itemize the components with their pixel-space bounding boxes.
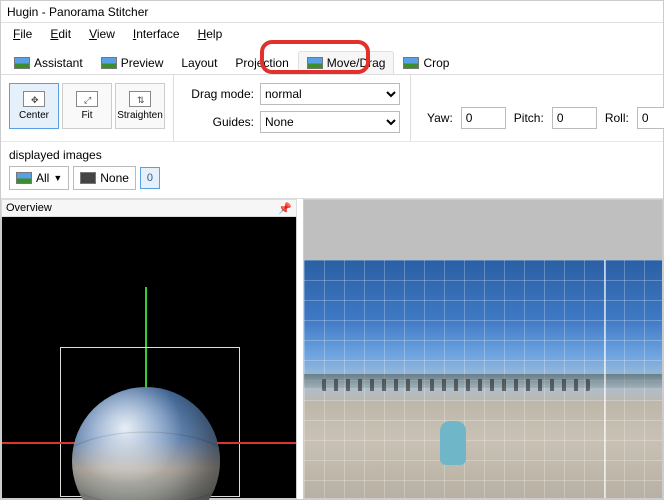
tab-layout[interactable]: Layout: [172, 51, 226, 74]
foreground-person: [440, 421, 466, 465]
viewport-letterbox: [304, 200, 662, 260]
tab-move-drag[interactable]: Move/Drag: [298, 51, 395, 74]
center-button[interactable]: ✥ Center: [9, 83, 59, 129]
sub-toolbar: ✥ Center ⤢ Fit ⇅ Straighten Drag mode: n…: [1, 75, 663, 142]
picture-icon: [307, 57, 323, 69]
tab-preview[interactable]: Preview: [92, 51, 173, 74]
menu-view[interactable]: View: [81, 25, 123, 43]
picture-icon: [14, 57, 30, 69]
none-images-button[interactable]: None: [73, 166, 136, 190]
picture-icon: [403, 57, 419, 69]
tab-crop-label: Crop: [423, 56, 449, 70]
overview-header: Overview: [6, 202, 52, 214]
tab-assistant[interactable]: Assistant: [5, 51, 92, 74]
none-images-label: None: [100, 171, 129, 185]
crowd-silhouettes: [322, 379, 591, 391]
displayed-images-section: displayed images All ▼ None 0: [1, 142, 663, 199]
picture-icon: [101, 57, 117, 69]
yaw-pitch-roll-group: Yaw: Pitch: Roll: Ap: [411, 75, 664, 141]
center-button-label: Center: [19, 110, 49, 121]
pitch-label: Pitch:: [514, 111, 544, 125]
menu-edit[interactable]: Edit: [42, 25, 79, 43]
tab-projection[interactable]: Projection: [226, 51, 297, 74]
picture-icon: [16, 172, 32, 184]
workspace: Overview 📌: [1, 199, 663, 499]
center-icon: ✥: [23, 91, 45, 107]
main-viewport[interactable]: [303, 199, 663, 499]
guides-select[interactable]: None: [260, 111, 400, 133]
menu-file[interactable]: File: [5, 25, 40, 43]
tab-preview-label: Preview: [121, 56, 164, 70]
roll-label: Roll:: [605, 111, 629, 125]
tab-layout-label: Layout: [181, 56, 217, 70]
drag-mode-label: Drag mode:: [184, 87, 254, 101]
tab-assistant-label: Assistant: [34, 56, 83, 70]
dark-picture-icon: [80, 172, 96, 184]
tab-projection-label: Projection: [235, 56, 288, 70]
tab-move-drag-label: Move/Drag: [327, 56, 386, 70]
window-title: Hugin - Panorama Stitcher: [1, 1, 663, 23]
all-images-button[interactable]: All ▼: [9, 166, 69, 190]
panorama-preview[interactable]: [304, 260, 662, 498]
pitch-input[interactable]: [552, 107, 597, 129]
yaw-input[interactable]: [461, 107, 506, 129]
straighten-button-label: Straighten: [117, 110, 163, 121]
view-button-group: ✥ Center ⤢ Fit ⇅ Straighten: [1, 75, 174, 141]
fit-button[interactable]: ⤢ Fit: [62, 83, 112, 129]
displayed-images-label: displayed images: [9, 148, 655, 162]
pin-icon[interactable]: 📌: [278, 202, 292, 215]
menu-interface[interactable]: Interface: [125, 25, 188, 43]
tab-crop[interactable]: Crop: [394, 51, 458, 74]
menubar: File Edit View Interface Help: [1, 23, 663, 45]
roll-input[interactable]: [637, 107, 664, 129]
menu-help[interactable]: Help: [190, 25, 231, 43]
image-seam: [604, 260, 606, 498]
drag-mode-select[interactable]: normal: [260, 83, 400, 105]
guides-label: Guides:: [184, 115, 254, 129]
image-index-toggle[interactable]: 0: [140, 167, 160, 189]
yaw-label: Yaw:: [427, 111, 453, 125]
fit-button-label: Fit: [81, 110, 92, 121]
fit-icon: ⤢: [76, 91, 98, 107]
straighten-button[interactable]: ⇅ Straighten: [115, 83, 165, 129]
straighten-icon: ⇅: [129, 91, 151, 107]
mode-tabs: Assistant Preview Layout Projection Move…: [1, 45, 663, 75]
all-images-label: All: [36, 171, 49, 185]
dropdown-caret-icon: ▼: [53, 173, 62, 183]
overview-panel: Overview 📌: [1, 199, 297, 499]
overview-viewport[interactable]: [1, 217, 297, 499]
drag-params: Drag mode: normal Guides: None: [174, 75, 411, 141]
